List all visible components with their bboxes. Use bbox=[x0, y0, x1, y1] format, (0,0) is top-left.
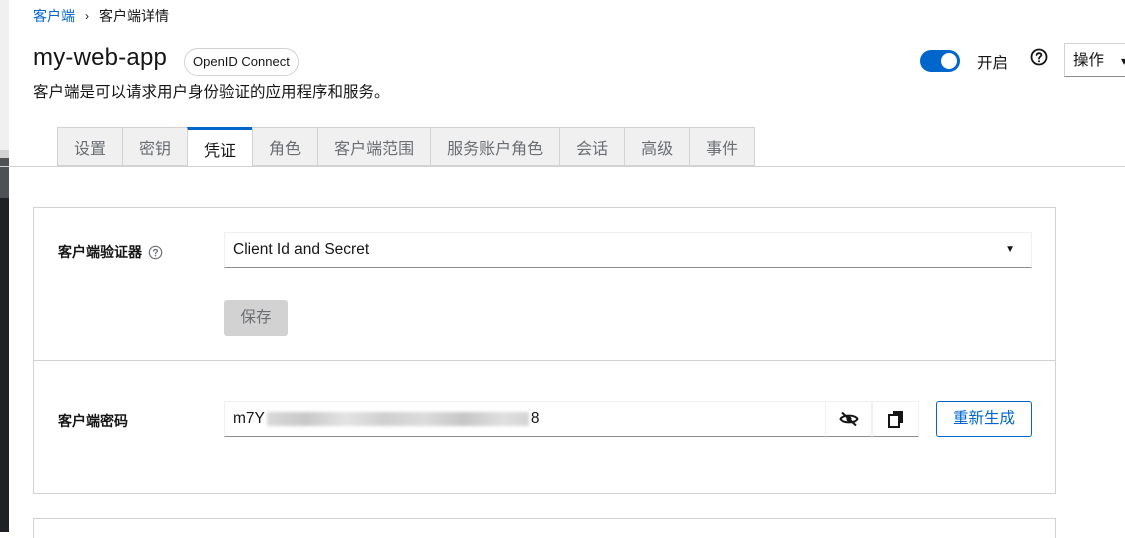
tab-roles[interactable]: 角色 bbox=[252, 127, 318, 166]
tab-settings[interactable]: 设置 bbox=[57, 127, 123, 166]
tab-bar: 设置 密钥 凭证 角色 客户端范围 服务账户角色 会话 高级 事件 bbox=[57, 127, 756, 167]
tab-sessions[interactable]: 会话 bbox=[559, 127, 625, 166]
tab-advanced[interactable]: 高级 bbox=[624, 127, 690, 166]
enabled-toggle[interactable] bbox=[920, 50, 960, 72]
authenticator-select[interactable]: Client Id and Secret ▼ bbox=[224, 232, 1032, 268]
caret-down-icon: ▼ bbox=[1005, 244, 1015, 255]
enabled-toggle-label: 开启 bbox=[977, 55, 1009, 72]
client-secret-card: 客户端密码 m7Y 8 重新生成 bbox=[33, 360, 1056, 494]
authenticator-label: 客户端验证器 bbox=[58, 244, 142, 260]
action-dropdown-label: 操作 bbox=[1073, 52, 1105, 69]
page-subtitle: 客户端是可以请求用户身份验证的应用程序和服务。 bbox=[33, 84, 390, 101]
secret-value-suffix: 8 bbox=[530, 410, 540, 427]
tab-client-scopes[interactable]: 客户端范围 bbox=[317, 127, 431, 166]
breadcrumb-clients-link[interactable]: 客户端 bbox=[33, 6, 75, 26]
copy-icon bbox=[887, 411, 903, 428]
protocol-badge: OpenID Connect bbox=[184, 48, 299, 76]
eye-slash-icon bbox=[838, 411, 859, 427]
tab-keys[interactable]: 密钥 bbox=[122, 127, 188, 166]
chevron-right-icon: › bbox=[85, 9, 89, 23]
tabs-divider bbox=[0, 166, 1125, 167]
help-icon[interactable] bbox=[148, 245, 163, 260]
breadcrumb: 客户端 › 客户端详情 bbox=[33, 6, 169, 26]
tab-service-account-roles[interactable]: 服务账户角色 bbox=[430, 127, 560, 166]
breadcrumb-current: 客户端详情 bbox=[99, 8, 169, 24]
tab-events[interactable]: 事件 bbox=[689, 127, 756, 166]
action-dropdown[interactable]: 操作 ▾ bbox=[1064, 43, 1125, 77]
chevron-down-icon: ▾ bbox=[1121, 54, 1125, 68]
page-title: my-web-app bbox=[33, 44, 168, 71]
save-button[interactable]: 保存 bbox=[224, 300, 288, 336]
toggle-visibility-button[interactable] bbox=[825, 401, 872, 437]
authenticator-select-value: Client Id and Secret bbox=[233, 241, 370, 258]
toggle-knob bbox=[941, 53, 957, 69]
regenerate-button[interactable]: 重新生成 bbox=[936, 401, 1032, 437]
client-secret-label: 客户端密码 bbox=[58, 413, 128, 429]
authenticator-card: 客户端验证器 Client Id and Secret ▼ 保存 bbox=[33, 207, 1056, 361]
next-card bbox=[33, 518, 1056, 538]
authenticator-field: 客户端验证器 bbox=[58, 242, 163, 262]
masked-secret bbox=[266, 411, 529, 426]
tab-credentials[interactable]: 凭证 bbox=[187, 127, 253, 167]
left-edge-strip bbox=[0, 0, 9, 532]
copy-button[interactable] bbox=[872, 401, 919, 437]
help-icon[interactable] bbox=[1030, 48, 1048, 66]
client-secret-field[interactable]: m7Y 8 bbox=[224, 401, 826, 437]
secret-value-prefix: m7Y bbox=[233, 410, 265, 427]
